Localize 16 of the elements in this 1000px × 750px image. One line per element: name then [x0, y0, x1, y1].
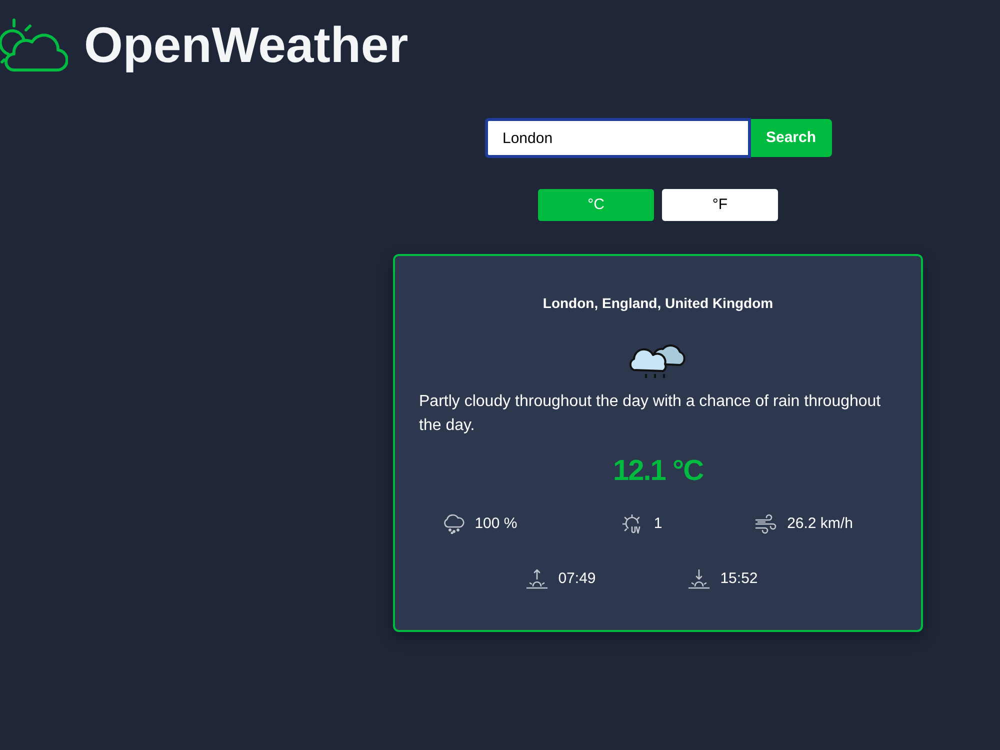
temperature-value: 12.1 °C — [612, 454, 704, 489]
search-field[interactable]: London — [484, 118, 750, 158]
location-name: London, England, United Kingdom — [542, 294, 774, 313]
sunset-icon — [688, 568, 710, 589]
sun-time: 07:49 — [558, 568, 596, 588]
sunrise-icon — [526, 568, 548, 589]
app-title: OpenWeather — [84, 20, 408, 70]
unit-toggle-button[interactable]: °F — [662, 189, 778, 221]
rain-cloud-icon — [442, 514, 465, 534]
wind-icon — [755, 514, 778, 534]
stat-value: 100 % — [474, 514, 518, 534]
stat-value: 26.2 km/h — [787, 514, 853, 534]
sun-cloud-logo-icon — [0, 18, 68, 72]
sun-time: 15:52 — [720, 568, 758, 588]
stat-value: 1 — [654, 514, 662, 534]
weather-description: Partly cloudy throughout the day with a chance of rain throughout the day. — [419, 392, 882, 436]
